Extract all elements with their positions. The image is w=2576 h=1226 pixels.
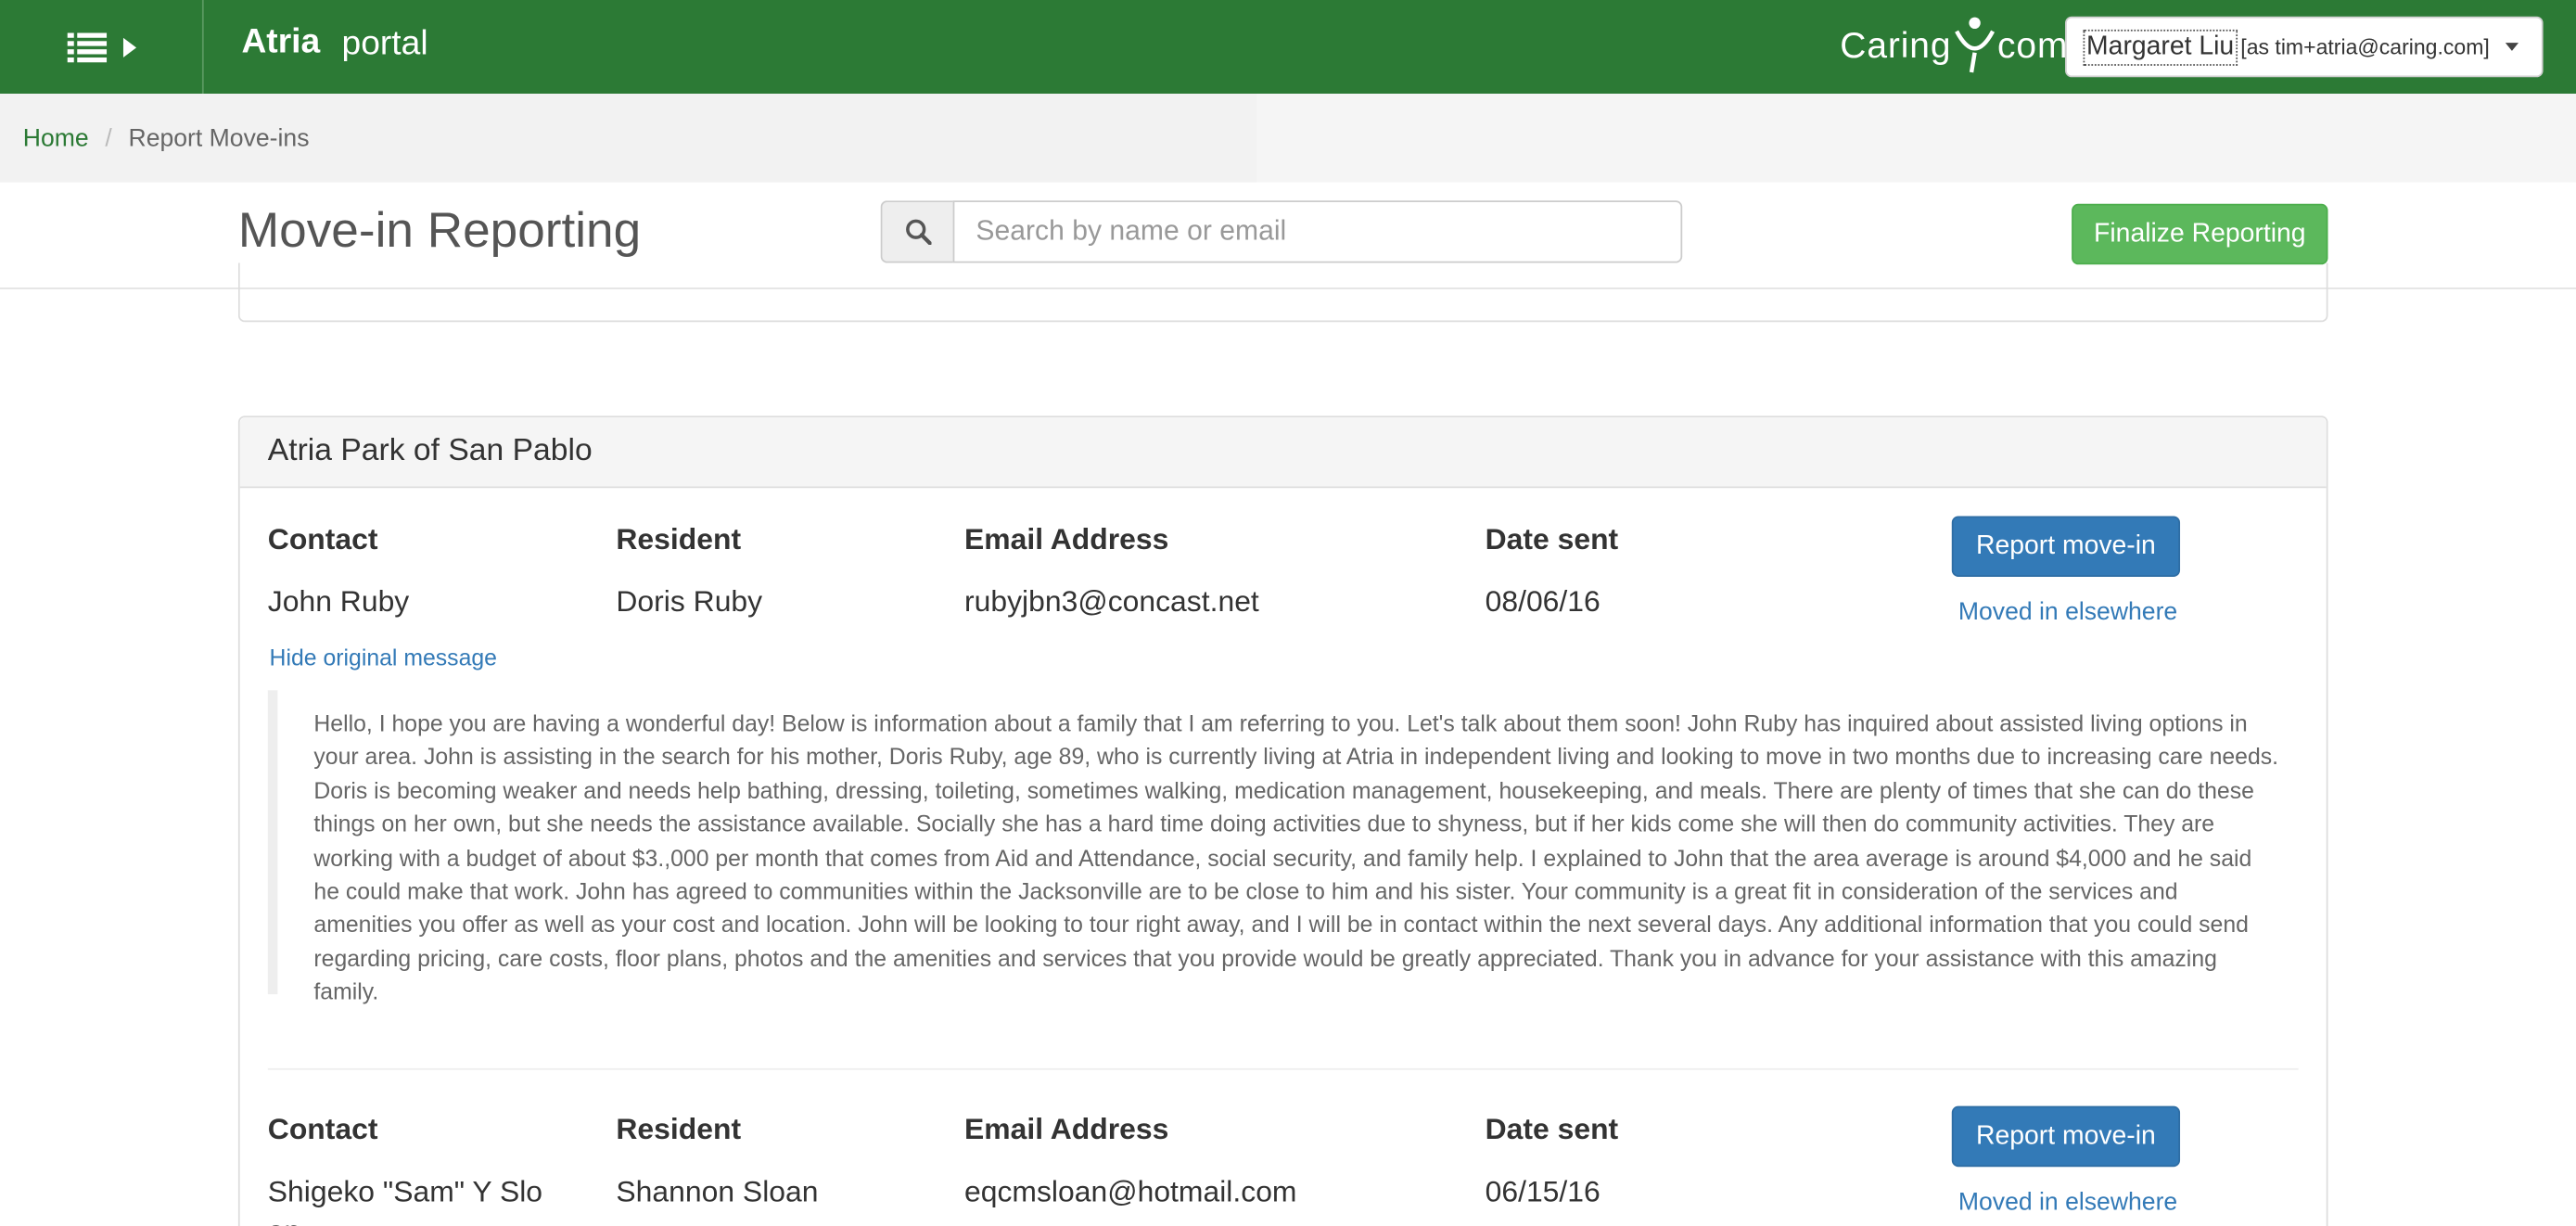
original-message: Hello, I hope you are having a wonderful… bbox=[267, 690, 2280, 1004]
logo-text-caring: Caring bbox=[1840, 24, 1952, 66]
resident-value: Shannon Sloan bbox=[616, 1175, 819, 1208]
contact-header: Contact bbox=[267, 522, 378, 556]
contact-value: Shigeko "Sam" Y Slo an bbox=[267, 1175, 543, 1226]
moved-in-elsewhere-link[interactable]: Moved in elsewhere bbox=[1958, 598, 2177, 626]
date-header: Date sent bbox=[1485, 522, 1619, 556]
breadcrumb: Home / Report Move-ins bbox=[0, 94, 1257, 183]
community-panel: Atria Park of San Pablo Contact John Rub… bbox=[237, 415, 2328, 1226]
brand-name: Atria bbox=[241, 22, 321, 61]
community-name: Atria Park of San Pablo bbox=[239, 417, 2327, 489]
user-impersonation: [as tim+atria@caring.com] bbox=[2240, 34, 2490, 59]
list-icon bbox=[66, 32, 107, 62]
menu-toggle-button[interactable] bbox=[0, 0, 204, 95]
contact-header: Contact bbox=[267, 1112, 378, 1146]
caret-right-icon bbox=[121, 36, 136, 57]
user-select[interactable]: Margaret Liu [as tim+atria@caring.com] bbox=[2065, 16, 2544, 78]
search-input[interactable] bbox=[952, 200, 1683, 263]
date-header: Date sent bbox=[1485, 1112, 1619, 1146]
contact-value: John Ruby bbox=[267, 584, 410, 619]
breadcrumb-current: Report Move-ins bbox=[128, 123, 310, 152]
lead-resident-column: Resident Shannon Sloan bbox=[616, 1113, 818, 1211]
lead-divider bbox=[267, 1067, 2299, 1070]
resident-header: Resident bbox=[616, 522, 742, 556]
lead-date-column: Date sent 08/06/16 bbox=[1486, 523, 1619, 621]
breadcrumb-home-link[interactable]: Home bbox=[23, 124, 89, 152]
moved-in-elsewhere-link[interactable]: Moved in elsewhere bbox=[1958, 1188, 2177, 1216]
report-move-in-button[interactable]: Report move-in bbox=[1951, 1105, 2181, 1168]
lead-date-column: Date sent 06/15/16 bbox=[1486, 1113, 1619, 1211]
chevron-down-icon bbox=[2505, 43, 2519, 51]
lead-contact-column: Contact Shigeko "Sam" Y Slo an bbox=[268, 1113, 580, 1226]
search-addon[interactable] bbox=[880, 200, 953, 263]
resident-header: Resident bbox=[616, 1112, 742, 1146]
email-header: Email Address bbox=[963, 1112, 1169, 1146]
search-group bbox=[880, 200, 1683, 263]
email-value: eqcmsloan@hotmail.com bbox=[963, 1175, 1297, 1208]
lead-resident-column: Resident Doris Ruby bbox=[616, 523, 762, 621]
lead-email-column: Email Address eqcmsloan@hotmail.com bbox=[964, 1113, 1297, 1211]
caring-logo: Caring com bbox=[1840, 13, 2068, 79]
logo-figure-icon bbox=[1954, 17, 1995, 73]
logo-text-com: com bbox=[1997, 24, 2069, 66]
email-header: Email Address bbox=[963, 522, 1169, 556]
breadcrumb-separator: / bbox=[105, 123, 112, 152]
report-move-in-button[interactable]: Report move-in bbox=[1951, 516, 2181, 578]
date-value: 08/06/16 bbox=[1485, 584, 1600, 619]
lead-contact-column: Contact John Ruby bbox=[268, 523, 409, 621]
resident-value: Doris Ruby bbox=[616, 584, 763, 619]
finalize-reporting-button[interactable]: Finalize Reporting bbox=[2072, 203, 2328, 265]
lead-email-column: Email Address rubyjbn3@concast.net bbox=[964, 523, 1259, 621]
top-navbar: Atria portal Caring com Margaret Liu [as… bbox=[0, 0, 2576, 95]
previous-panel-bottom bbox=[237, 262, 2328, 323]
user-name: Margaret Liu bbox=[2083, 29, 2238, 65]
hide-original-message-link[interactable]: Hide original message bbox=[270, 645, 497, 670]
search-icon bbox=[905, 219, 931, 246]
page-title: Move-in Reporting bbox=[237, 203, 642, 259]
email-value: rubyjbn3@concast.net bbox=[963, 584, 1259, 619]
date-value: 06/15/16 bbox=[1485, 1175, 1600, 1208]
brand-subtitle: portal bbox=[341, 24, 428, 63]
